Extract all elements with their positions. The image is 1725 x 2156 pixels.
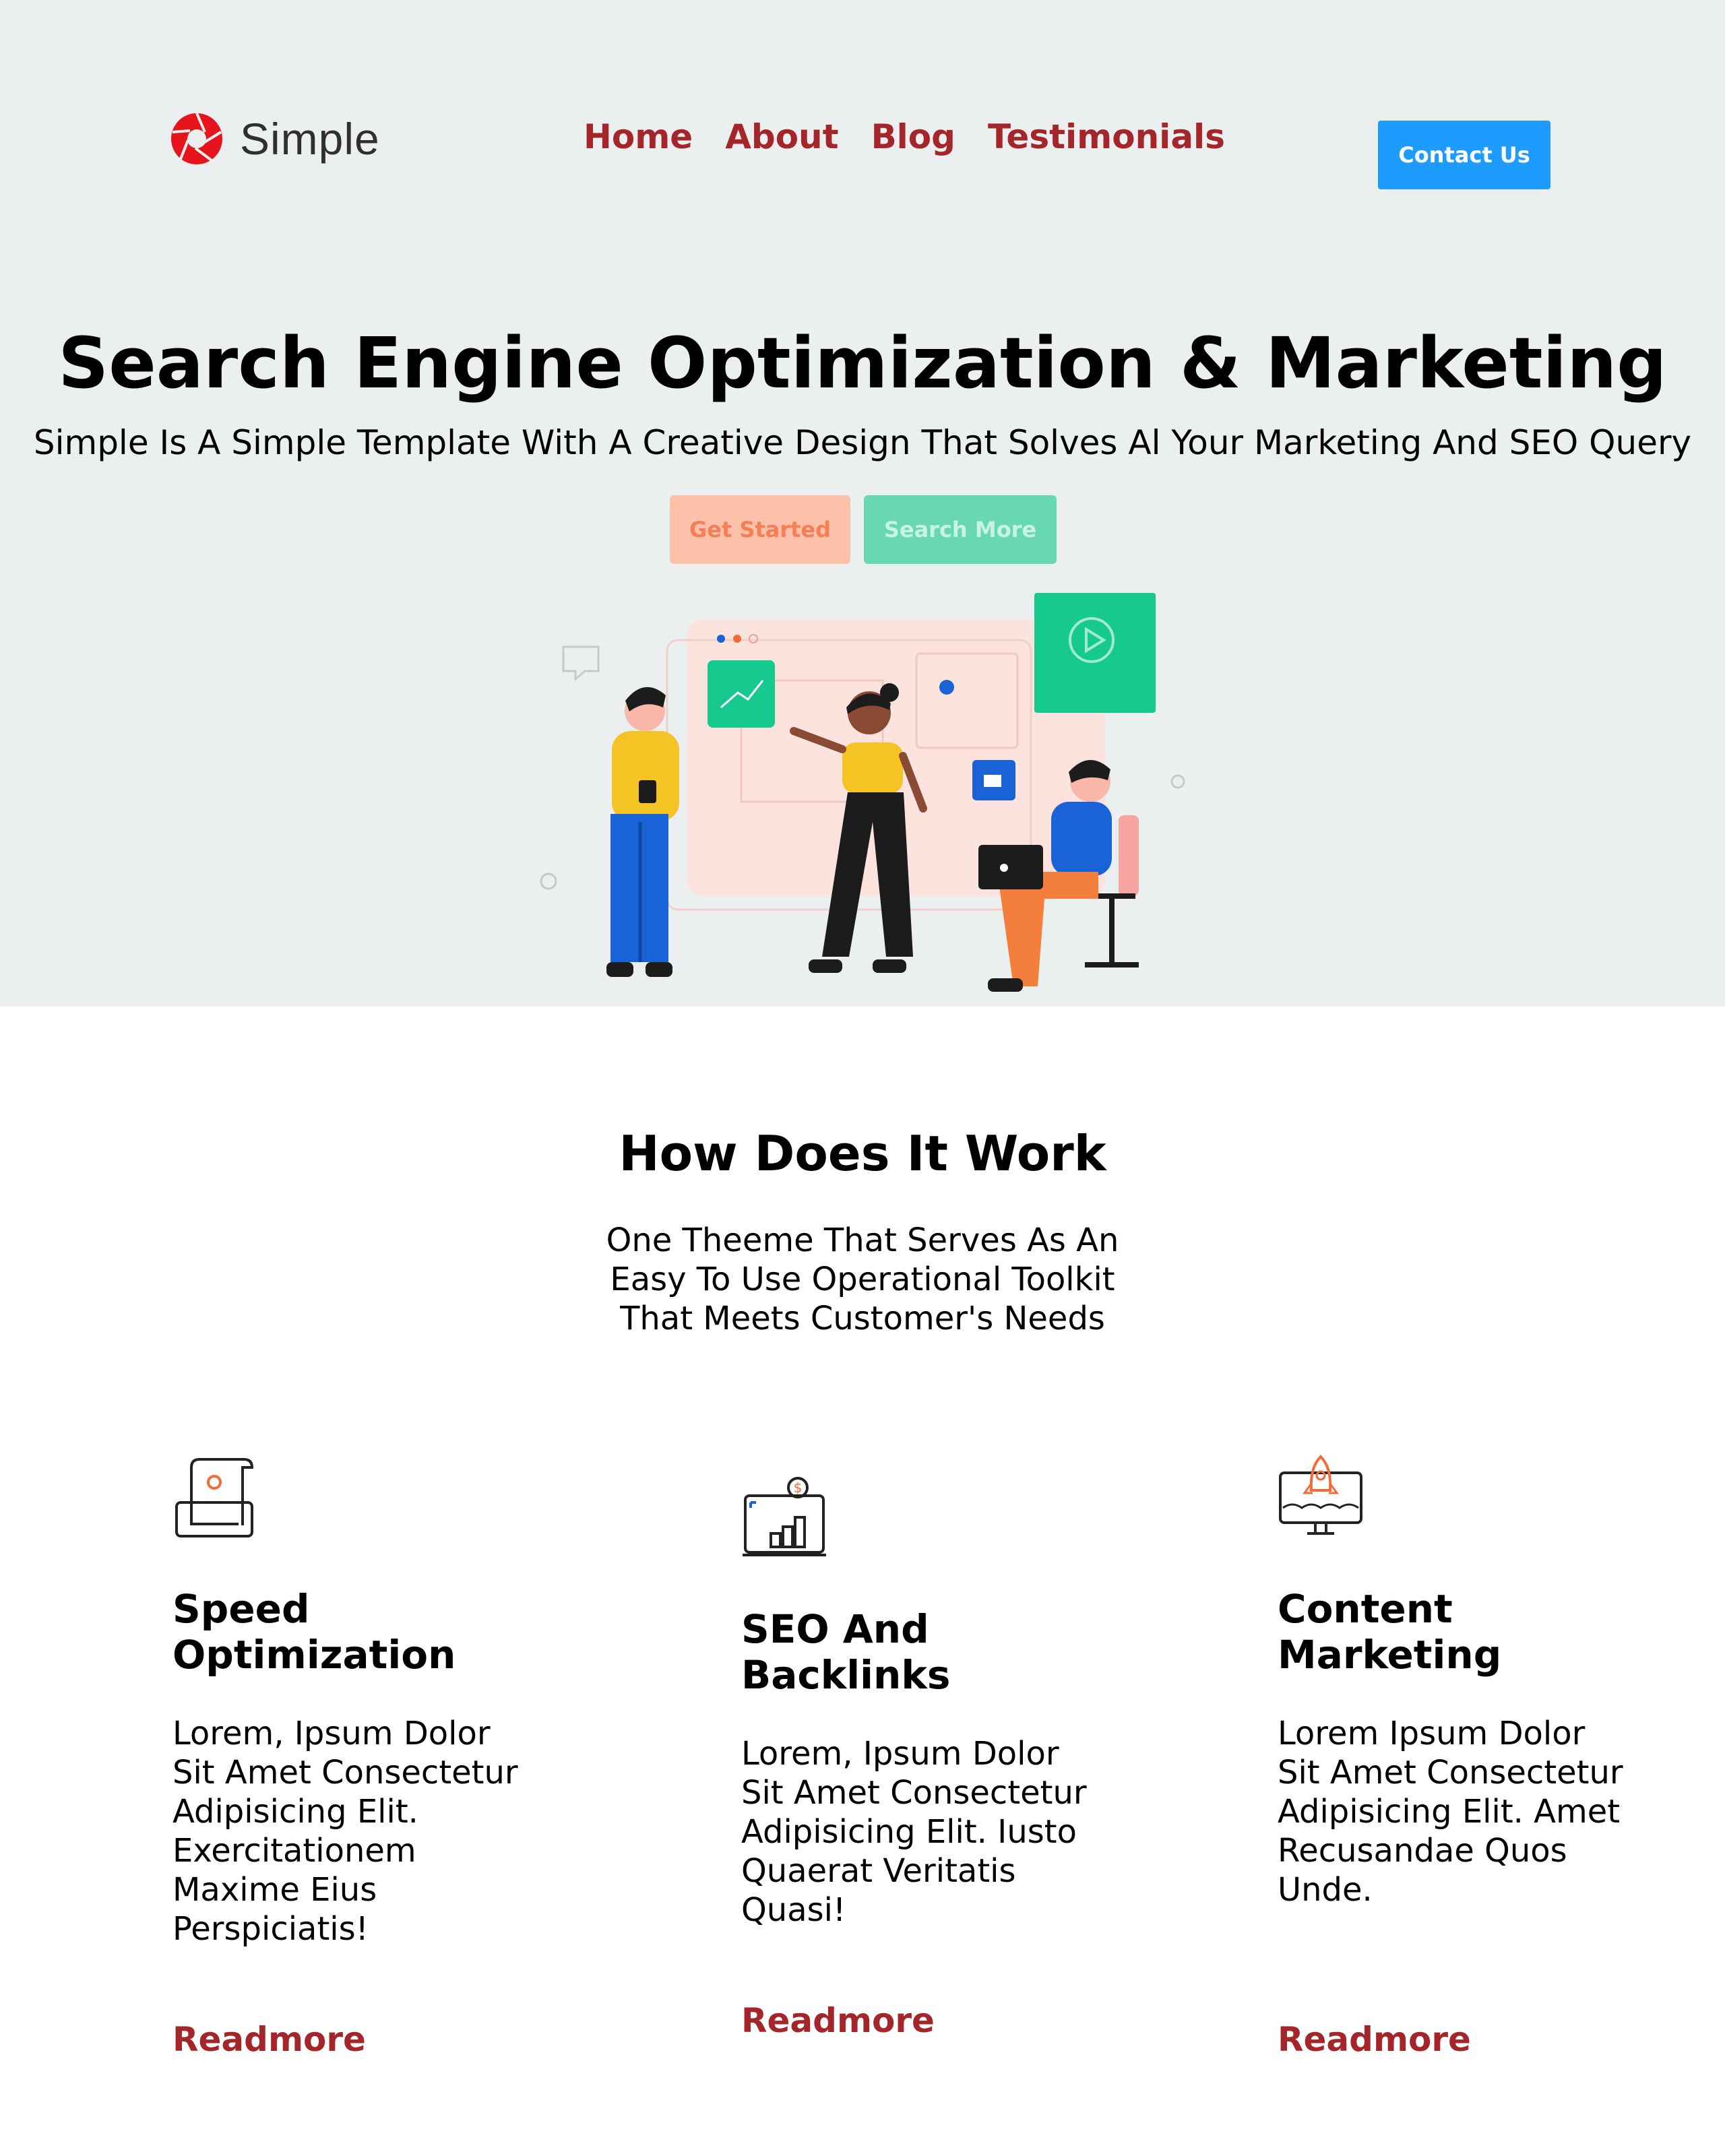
feature-card-content: Content Marketing Lorem Ipsum Dolor Sit … xyxy=(1278,1454,1628,2060)
feature-card-seo: $ SEO And Backlinks Lorem, Ipsum Dolor S… xyxy=(741,1476,1092,2041)
feature-title: Content Marketing xyxy=(1278,1586,1502,1678)
nav-testimonials[interactable]: Testimonials xyxy=(988,117,1225,156)
search-more-button[interactable]: Search More xyxy=(864,495,1057,564)
how-subtitle: One Theeme That Serves As An Easy To Use… xyxy=(606,1222,1119,1337)
main-nav: Home About Blog Testimonials xyxy=(584,117,1225,156)
aperture-logo-icon xyxy=(171,113,222,164)
how-title: How Does It Work xyxy=(619,1125,1106,1182)
feature-text: Lorem, Ipsum Dolor Sit Amet Consectetur … xyxy=(741,1735,1087,1929)
rocket-monitor-icon xyxy=(1279,1455,1362,1535)
hero-subtitle: Simple Is A Simple Template With A Creat… xyxy=(33,423,1692,462)
hero-buttons: Get Started Search More xyxy=(670,495,1057,564)
feature-title: SEO And Backlinks xyxy=(741,1606,951,1698)
hero-section: Simple Home About Blog Testimonials Cont… xyxy=(0,0,1725,1007)
logo-text: Simple xyxy=(240,114,380,164)
nav-about[interactable]: About xyxy=(725,117,838,156)
readmore-link[interactable]: Readmore xyxy=(172,2020,366,2059)
contact-us-button[interactable]: Contact Us xyxy=(1378,121,1550,189)
nav-blog[interactable]: Blog xyxy=(871,117,955,156)
readmore-link[interactable]: Readmore xyxy=(1278,2020,1471,2059)
team-illustration xyxy=(540,593,1185,992)
hero-title: Search Engine Optimization & Marketing xyxy=(58,322,1667,404)
logo[interactable]: Simple xyxy=(170,112,380,166)
chart-dollar-icon: $ xyxy=(743,1477,826,1556)
feature-text: Lorem Ipsum Dolor Sit Amet Consectetur A… xyxy=(1278,1715,1623,1909)
readmore-link[interactable]: Readmore xyxy=(741,2001,935,2040)
feature-text: Lorem, Ipsum Dolor Sit Amet Consectetur … xyxy=(172,1715,518,1948)
get-started-button[interactable]: Get Started xyxy=(670,495,850,564)
svg-text:$: $ xyxy=(794,1480,803,1496)
document-screen-icon xyxy=(175,1458,254,1537)
feature-title: Speed Optimization xyxy=(172,1586,456,1678)
nav-home[interactable]: Home xyxy=(584,117,693,156)
feature-card-speed: Speed Optimization Lorem, Ipsum Dolor Si… xyxy=(172,1455,523,2062)
